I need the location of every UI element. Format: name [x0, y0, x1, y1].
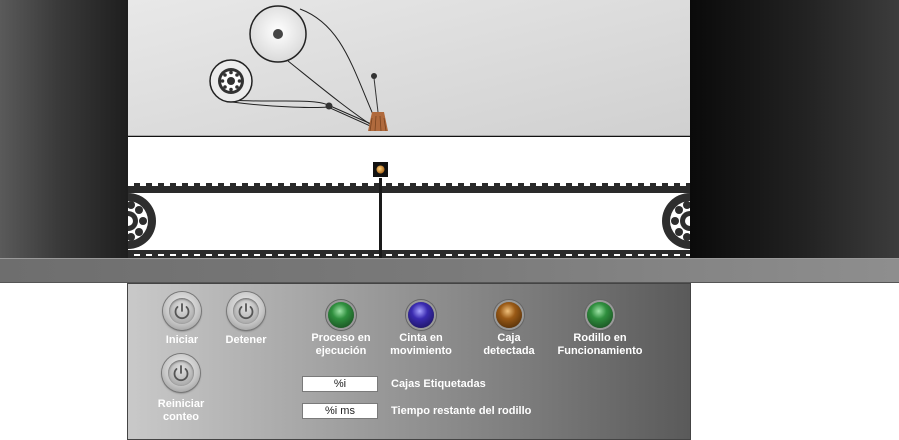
belt-moving-indicator	[408, 302, 434, 328]
conveyor-scene	[128, 0, 690, 258]
box-detected-line2: detectada	[483, 345, 535, 357]
roller-running-line1: Rodillo en	[573, 332, 627, 344]
large-label-reel	[249, 5, 307, 63]
small-label-reel	[209, 59, 253, 103]
process-running-indicator	[328, 302, 354, 328]
process-running-line1: Proceso en	[311, 332, 371, 344]
reset-label-line1: Reiniciar	[157, 398, 205, 410]
guide-pin	[325, 102, 333, 110]
process-running-label: Proceso en ejecución	[303, 332, 379, 358]
control-panel: Iniciar Detener Reiniciar conteo Proceso…	[127, 283, 691, 440]
power-icon	[173, 365, 189, 382]
reset-count-label: Reiniciar conteo	[146, 398, 216, 424]
stop-label: Detener	[225, 334, 267, 346]
floor-bar	[0, 258, 899, 283]
roller-running-line2: Funcionamiento	[557, 345, 643, 357]
left-backdrop	[0, 0, 128, 258]
right-backdrop	[690, 0, 899, 258]
box-detected-label: Caja detectada	[471, 332, 547, 358]
conveyor-belt	[128, 137, 690, 258]
start-button[interactable]	[163, 292, 201, 330]
stop-button[interactable]	[227, 292, 265, 330]
box-detected-line1: Caja	[497, 332, 521, 344]
power-icon	[238, 303, 254, 320]
roller-running-label: Rodillo en Funcionamiento	[550, 332, 650, 358]
reset-count-button[interactable]	[162, 354, 200, 392]
start-label: Iniciar	[165, 334, 199, 346]
belt-moving-line2: movimiento	[390, 345, 452, 357]
box-detected-indicator	[496, 302, 522, 328]
conveyor-illustration	[128, 0, 690, 258]
roller-running-indicator	[587, 302, 613, 328]
process-running-line2: ejecución	[315, 345, 367, 357]
belt-moving-line1: Cinta en	[399, 332, 443, 344]
labeled-boxes-field[interactable]: %i	[302, 376, 378, 392]
roller-time-label: Tiempo restante del rodillo	[391, 405, 532, 417]
belt-moving-label: Cinta en movimiento	[383, 332, 459, 358]
roller-time-field[interactable]: %i ms	[302, 403, 378, 419]
labeler-area	[128, 0, 690, 138]
power-icon	[174, 303, 190, 320]
reset-label-line2: conteo	[162, 411, 200, 423]
labeled-boxes-label: Cajas Etiquetadas	[391, 378, 486, 390]
